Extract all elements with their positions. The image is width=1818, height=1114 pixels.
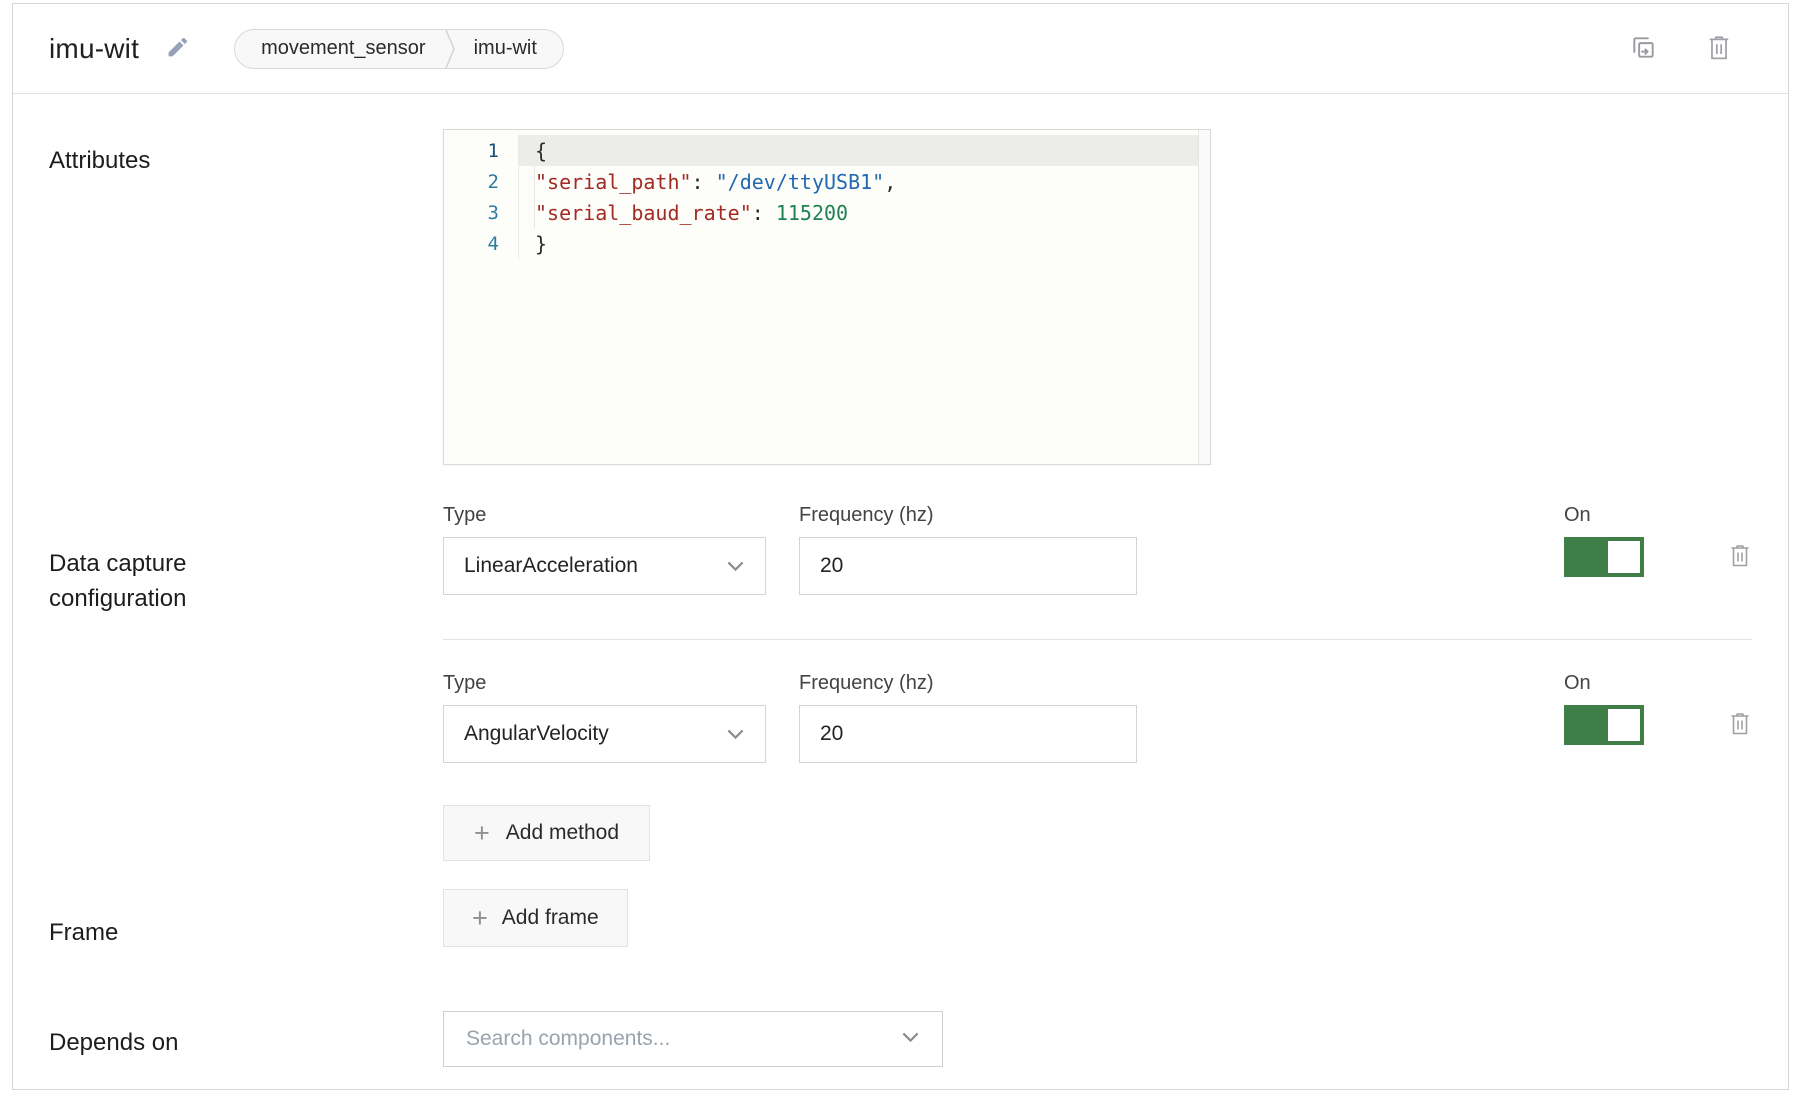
component-card: imu-wit movement_sensor imu-wit bbox=[12, 3, 1789, 1090]
add-method-button[interactable]: + Add method bbox=[443, 805, 650, 861]
capture-on-toggle[interactable] bbox=[1564, 537, 1644, 577]
delete-method-button[interactable] bbox=[1728, 542, 1752, 572]
code-line: 4 } bbox=[444, 228, 1210, 259]
breadcrumb-chevron-icon bbox=[444, 29, 456, 69]
type-label: Type bbox=[443, 672, 766, 695]
chevron-down-icon bbox=[726, 554, 745, 578]
breadcrumb-item-name: imu-wit bbox=[474, 37, 537, 60]
attributes-section: Attributes 1 { 2 "serial_path": "/dev/tt… bbox=[49, 129, 1752, 465]
data-capture-label: Data capture configuration bbox=[49, 504, 279, 616]
edit-name-button[interactable] bbox=[165, 35, 190, 63]
delete-method-button[interactable] bbox=[1728, 710, 1752, 740]
editor-scrollbar[interactable] bbox=[1198, 130, 1210, 464]
plus-icon: + bbox=[474, 820, 490, 847]
chevron-down-icon bbox=[726, 722, 745, 746]
code-line: 2 "serial_path": "/dev/ttyUSB1", bbox=[444, 166, 1210, 197]
search-components-input[interactable] bbox=[466, 1027, 901, 1051]
add-method-label: Add method bbox=[506, 821, 619, 845]
trash-icon bbox=[1728, 542, 1752, 572]
capture-type-value: LinearAcceleration bbox=[464, 554, 638, 578]
frequency-input[interactable] bbox=[799, 705, 1137, 763]
breadcrumb-item-type: movement_sensor bbox=[261, 37, 426, 60]
frame-label: Frame bbox=[49, 889, 118, 950]
code-line: 3 "serial_baud_rate": 115200 bbox=[444, 197, 1210, 228]
toggle-label: On bbox=[1564, 672, 1644, 695]
capture-method-row: Type LinearAcceleration Frequency (hz) bbox=[443, 504, 1752, 595]
capture-on-toggle[interactable] bbox=[1564, 705, 1644, 745]
attributes-label: Attributes bbox=[49, 129, 150, 178]
toggle-knob bbox=[1608, 709, 1640, 741]
depends-section: Depends on bbox=[49, 1011, 1752, 1067]
plus-icon: + bbox=[472, 905, 488, 932]
toggle-knob bbox=[1608, 541, 1640, 573]
frequency-label: Frequency (hz) bbox=[799, 672, 1137, 695]
line-number: 3 bbox=[444, 197, 519, 228]
data-capture-section: Data capture configuration Type LinearAc… bbox=[49, 504, 1752, 861]
frame-section: Frame + Add frame bbox=[49, 889, 1752, 950]
component-header: imu-wit movement_sensor imu-wit bbox=[13, 4, 1788, 94]
capture-type-select[interactable]: AngularVelocity bbox=[443, 705, 766, 763]
breadcrumb: movement_sensor imu-wit bbox=[234, 29, 564, 69]
pencil-icon bbox=[165, 35, 190, 63]
indent-guide bbox=[534, 166, 535, 228]
code-line: 1 { bbox=[444, 135, 1210, 166]
capture-type-value: AngularVelocity bbox=[464, 722, 609, 746]
trash-icon bbox=[1706, 33, 1732, 65]
depends-select[interactable] bbox=[443, 1011, 943, 1067]
frequency-label: Frequency (hz) bbox=[799, 504, 1137, 527]
add-frame-label: Add frame bbox=[502, 906, 599, 930]
chevron-down-icon bbox=[901, 1030, 920, 1048]
type-label: Type bbox=[443, 504, 766, 527]
component-title: imu-wit bbox=[49, 33, 139, 65]
trash-icon bbox=[1728, 710, 1752, 740]
method-divider bbox=[443, 639, 1752, 640]
depends-label: Depends on bbox=[49, 1011, 178, 1060]
line-number: 2 bbox=[444, 166, 519, 197]
duplicate-button[interactable] bbox=[1629, 33, 1658, 65]
capture-method-row: Type AngularVelocity Frequency (hz) bbox=[443, 672, 1752, 763]
delete-component-button[interactable] bbox=[1706, 33, 1732, 65]
frequency-input[interactable] bbox=[799, 537, 1137, 595]
add-frame-button[interactable]: + Add frame bbox=[443, 889, 628, 947]
attributes-json-editor[interactable]: 1 { 2 "serial_path": "/dev/ttyUSB1", 3 "… bbox=[443, 129, 1211, 465]
capture-type-select[interactable]: LinearAcceleration bbox=[443, 537, 766, 595]
line-number: 1 bbox=[444, 135, 519, 166]
toggle-label: On bbox=[1564, 504, 1644, 527]
duplicate-icon bbox=[1629, 33, 1658, 65]
line-number: 4 bbox=[444, 228, 519, 259]
